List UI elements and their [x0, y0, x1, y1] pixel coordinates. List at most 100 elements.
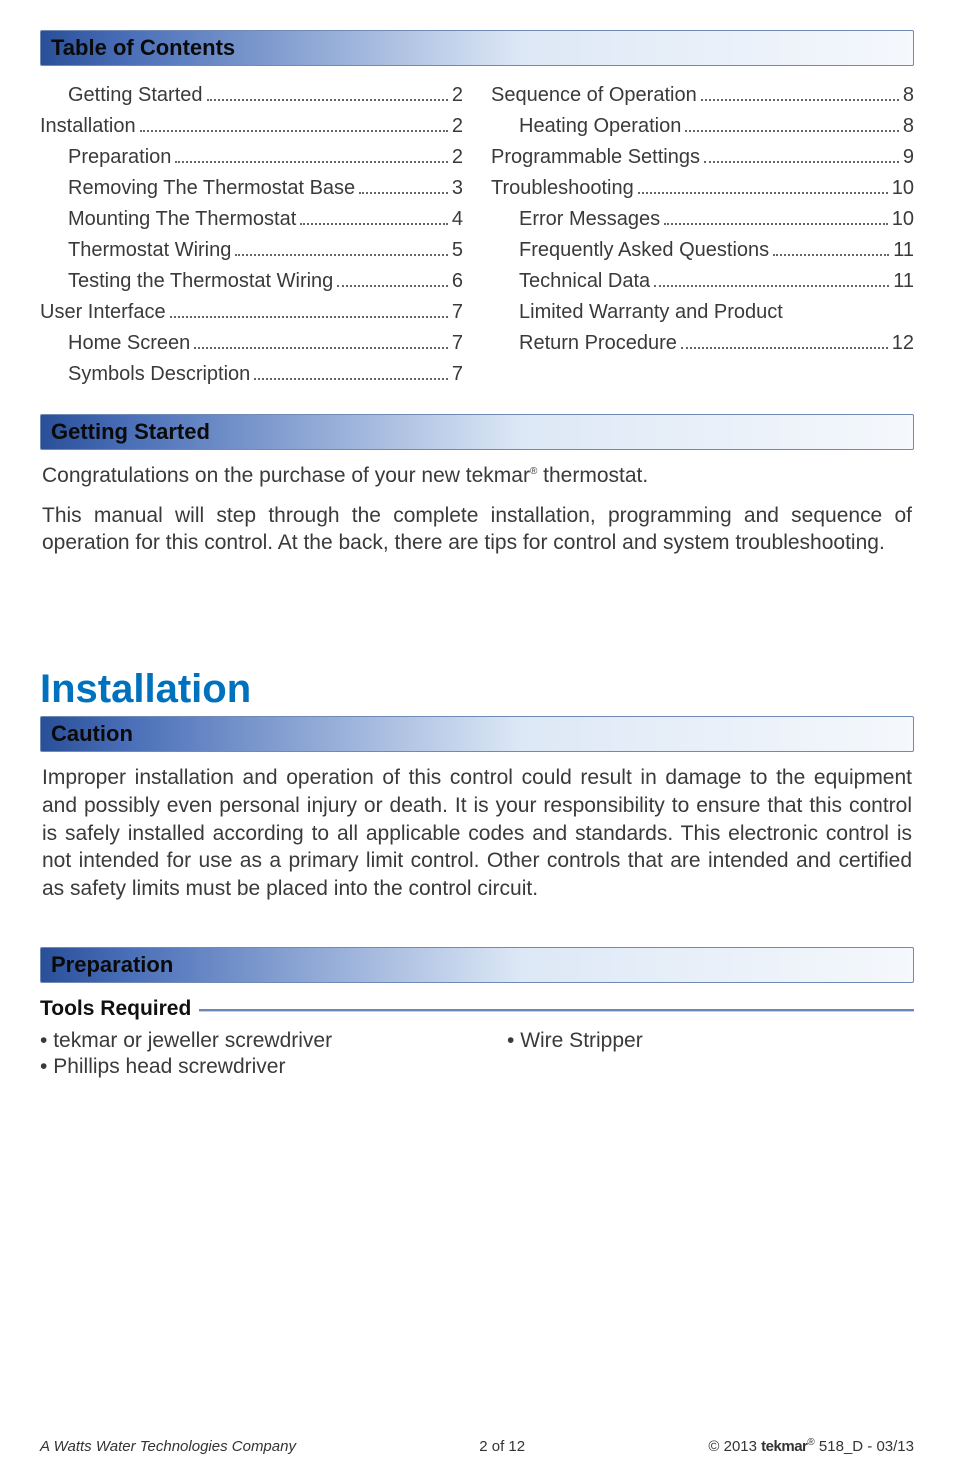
text-fragment: thermostat. [537, 464, 648, 487]
toc-leader [654, 285, 889, 287]
toc-label: Installation [40, 111, 136, 142]
footer-copyright: © 2013 tekmar® 518_D - 03/13 [708, 1437, 914, 1455]
toc-page: 10 [892, 204, 914, 235]
toc-entry: Home Screen 7 [40, 328, 463, 359]
getting-started-p1: Congratulations on the purchase of your … [42, 462, 912, 490]
toc-label: Limited Warranty and Product [519, 297, 783, 328]
toc-page: 7 [452, 297, 463, 328]
toc-label: Error Messages [519, 204, 660, 235]
toc-entry: Limited Warranty and Product [491, 297, 914, 328]
toc-entry: Error Messages 10 [491, 204, 914, 235]
caution-heading: Caution [40, 716, 914, 752]
toc-entry: Symbols Description 7 [40, 359, 463, 390]
toc-entry: Removing The Thermostat Base 3 [40, 173, 463, 204]
toc-page: 9 [903, 142, 914, 173]
toc-col-right: Sequence of Operation 8 Heating Operation 8… [491, 80, 914, 390]
toc-leader [254, 378, 448, 380]
toc-page: 7 [452, 359, 463, 390]
getting-started-heading: Getting Started [40, 414, 914, 450]
preparation-heading: Preparation [40, 947, 914, 983]
toc-label: Testing the Thermostat Wiring [68, 266, 333, 297]
toc-label: Troubleshooting [491, 173, 634, 204]
installation-heading: Installation [40, 667, 914, 712]
toc-label: Sequence of Operation [491, 80, 697, 111]
toc-leader [194, 347, 448, 349]
toc-entry: Programmable Settings9 [491, 142, 914, 173]
toc-entry: Frequently Asked Questions 11 [491, 235, 914, 266]
toc-leader [681, 347, 888, 349]
toc-page: 4 [452, 204, 463, 235]
toc-label: Mounting The Thermostat [68, 204, 296, 235]
toc-leader [235, 254, 448, 256]
toc-entry: Sequence of Operation 8 [491, 80, 914, 111]
toc-label: Home Screen [68, 328, 190, 359]
toc-leader [664, 223, 888, 225]
toc-entry: Mounting The Thermostat 4 [40, 204, 463, 235]
toc-label: Frequently Asked Questions [519, 235, 769, 266]
tools-required-label: Tools Required [40, 997, 199, 1021]
toc-page: 8 [903, 111, 914, 142]
toc-label: Preparation [68, 142, 171, 173]
toc-leader [300, 223, 448, 225]
toc-leader [140, 130, 448, 132]
toc-page: 3 [452, 173, 463, 204]
toc-page: 2 [452, 111, 463, 142]
toc-page: 5 [452, 235, 463, 266]
toc-leader [704, 161, 899, 163]
caution-body: Improper installation and operation of t… [42, 764, 912, 903]
toc-entry: User Interface 7 [40, 297, 463, 328]
list-item: Phillips head screwdriver [40, 1055, 447, 1079]
toc-label: Removing The Thermostat Base [68, 173, 355, 204]
toc-label: Technical Data [519, 266, 650, 297]
horizontal-rule [199, 1009, 914, 1012]
toc-leader [359, 192, 448, 194]
toc-page: 11 [893, 266, 914, 297]
toc-page: 8 [903, 80, 914, 111]
footer-page-number: 2 of 12 [479, 1438, 525, 1455]
toc-page: 7 [452, 328, 463, 359]
text-fragment: Congratulations on the purchase of your … [42, 464, 530, 487]
toc-page: 6 [452, 266, 463, 297]
tools-required-list: tekmar or jeweller screwdriverPhillips h… [40, 1027, 914, 1081]
toc-col-left: Getting Started2Installation2Preparation… [40, 80, 463, 390]
toc-page: 2 [452, 80, 463, 111]
toc-page: 2 [452, 142, 463, 173]
toc: Getting Started2Installation2Preparation… [40, 80, 914, 390]
text-fragment: © 2013 [708, 1438, 761, 1455]
footer-brand: tekmar [761, 1438, 807, 1455]
toc-label: User Interface [40, 297, 166, 328]
registered-mark-icon: ® [807, 1437, 814, 1448]
toc-entry: Troubleshooting 10 [491, 173, 914, 204]
toc-leader [685, 130, 899, 132]
toc-leader [701, 99, 899, 101]
tools-required-heading: Tools Required [40, 997, 914, 1021]
toc-entry: Technical Data 11 [491, 266, 914, 297]
toc-entry: Getting Started 2 [40, 80, 463, 111]
toc-label: Heating Operation [519, 111, 681, 142]
toc-label: Getting Started [68, 80, 203, 111]
text-fragment: 518_D - 03/13 [815, 1438, 914, 1455]
toc-entry: Installation 2 [40, 111, 463, 142]
list-item: tekmar or jeweller screwdriver [40, 1029, 447, 1053]
toc-entry: Thermostat Wiring 5 [40, 235, 463, 266]
getting-started-p2: This manual will step through the comple… [42, 502, 912, 557]
toc-label: Thermostat Wiring [68, 235, 231, 266]
toc-leader [638, 192, 888, 194]
toc-label: Symbols Description [68, 359, 250, 390]
toc-leader [773, 254, 889, 256]
toc-leader [337, 285, 448, 287]
toc-page: 11 [893, 235, 914, 266]
toc-page: 10 [892, 173, 914, 204]
list-item: Wire Stripper [507, 1029, 914, 1053]
toc-entry: Heating Operation 8 [491, 111, 914, 142]
toc-heading: Table of Contents [40, 30, 914, 66]
toc-entry: Return Procedure 12 [491, 328, 914, 359]
toc-page: 12 [892, 328, 914, 359]
toc-leader [170, 316, 448, 318]
toc-leader [175, 161, 447, 163]
footer-company: A Watts Water Technologies Company [40, 1438, 296, 1455]
toc-entry: Testing the Thermostat Wiring 6 [40, 266, 463, 297]
toc-entry: Preparation 2 [40, 142, 463, 173]
toc-leader [207, 99, 448, 101]
toc-label: Return Procedure [519, 328, 677, 359]
